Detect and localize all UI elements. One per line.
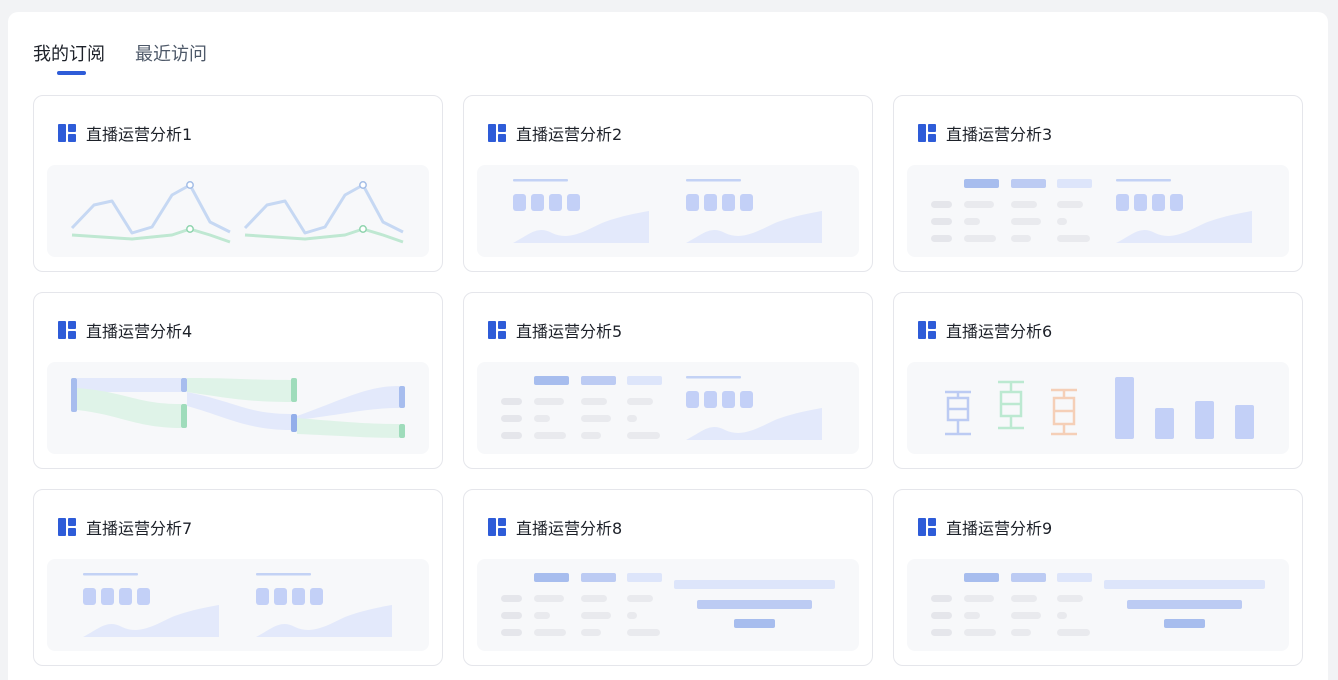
dashboard-card[interactable]: 直播运营分析5 [463, 292, 873, 469]
card-title: 直播运营分析8 [516, 519, 623, 538]
card-title: 直播运营分析1 [86, 125, 193, 144]
dashboard-card[interactable]: 直播运营分析7 [33, 489, 443, 666]
dashboard-icon [488, 124, 506, 142]
table-funnel-preview [477, 559, 859, 651]
dashboard-icon [58, 124, 76, 142]
table-kpi-preview [907, 165, 1289, 257]
dashboard-card[interactable]: 直播运营分析1 [33, 95, 443, 272]
dashboard-card[interactable]: 直播运营分析8 [463, 489, 873, 666]
dashboard-icon [58, 321, 76, 339]
card-title: 直播运营分析4 [86, 322, 193, 341]
dashboard-icon [488, 518, 506, 536]
table-funnel-preview [907, 559, 1289, 651]
dashboard-card[interactable]: 直播运营分析4 [33, 292, 443, 469]
tab-recent-visits[interactable]: 最近访问 [135, 40, 207, 66]
dashboard-icon [58, 518, 76, 536]
kpi-area-preview [47, 559, 429, 651]
sankey-preview [47, 362, 429, 454]
dashboard-card[interactable]: 直播运营分析9 [893, 489, 1303, 666]
tab-my-subscriptions[interactable]: 我的订阅 [33, 40, 105, 66]
dashboard-icon [918, 518, 936, 536]
card-title: 直播运营分析7 [86, 519, 193, 538]
kpi-area-preview [477, 165, 859, 257]
card-title: 直播运营分析5 [516, 322, 623, 341]
card-title: 直播运营分析6 [946, 322, 1053, 341]
dashboard-card[interactable]: 直播运营分析3 [893, 95, 1303, 272]
card-title: 直播运营分析3 [946, 125, 1053, 144]
boxplot-bar-preview [907, 362, 1289, 454]
dashboard-icon [488, 321, 506, 339]
dashboard-card[interactable]: 直播运营分析2 [463, 95, 873, 272]
dashboard-card[interactable]: 直播运营分析6 [893, 292, 1303, 469]
active-tab-indicator [57, 71, 86, 75]
dashboard-icon [918, 124, 936, 142]
line-chart-preview [47, 165, 429, 257]
dashboard-icon [918, 321, 936, 339]
card-title: 直播运营分析9 [946, 519, 1053, 538]
card-title: 直播运营分析2 [516, 125, 623, 144]
table-kpi-preview [477, 362, 859, 454]
